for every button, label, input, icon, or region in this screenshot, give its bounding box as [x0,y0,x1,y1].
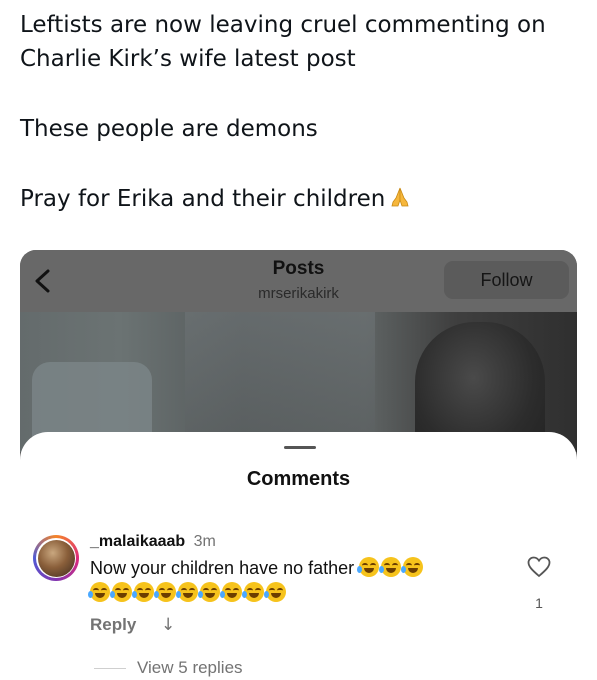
emoji-group [357,557,425,578]
view-replies-button[interactable]: View 5 replies [137,658,243,678]
comment-time: 3m [193,533,216,550]
comment-text: Now your children have no father [88,556,520,606]
face-with-tears-of-joy-icon [88,582,110,602]
sheet-grabber[interactable] [284,446,316,449]
post-photo [20,312,577,462]
face-with-tears-of-joy-icon [401,557,424,577]
face-with-tears-of-joy-icon [198,582,220,602]
face-with-tears-of-joy-icon [220,582,242,602]
ig-header: Posts mrserikakirk Follow [20,250,577,312]
face-with-tears-of-joy-icon [379,557,402,577]
replies-divider [94,668,126,669]
reply-button[interactable]: Reply [90,615,136,635]
comment-meta: _malaikaaab 3m [90,533,216,551]
tweet-text: Leftists are now leaving cruel commentin… [20,8,585,216]
follow-button[interactable]: Follow [444,261,569,299]
tweet-line: Leftists are now leaving cruel commentin… [20,12,546,38]
avatar-photo [37,539,75,577]
tweet-line: Pray for Erika and their children [20,182,585,216]
comments-title: Comments [246,468,351,490]
comment-username[interactable]: _malaikaaab [90,533,185,550]
face-with-tears-of-joy-icon [264,582,286,602]
face-with-tears-of-joy-icon [154,582,176,602]
comments-sheet: Comments _malaikaaab 3m Now your childre… [20,432,577,680]
emoji-group [88,582,288,603]
tweet-line-text: Pray for Erika and their children [20,186,386,212]
face-with-tears-of-joy-icon [357,557,380,577]
folded-hands-emoji-icon [391,187,409,207]
translate-arrow-icon[interactable]: ↓ [161,615,175,635]
instagram-screenshot: Posts mrserikakirk Follow Comments _mala… [20,250,577,680]
avatar[interactable] [33,535,79,581]
like-count: 1 [535,595,543,611]
face-with-tears-of-joy-icon [132,582,154,602]
face-with-tears-of-joy-icon [176,582,198,602]
comment-text-body: Now your children have no father [90,558,355,578]
face-with-tears-of-joy-icon [242,582,264,602]
tweet-line: These people are demons [20,116,318,142]
tweet-line: Charlie Kirk’s wife latest post [20,46,356,72]
photo-window [185,312,375,452]
heart-icon[interactable] [527,556,551,578]
face-with-tears-of-joy-icon [110,582,132,602]
